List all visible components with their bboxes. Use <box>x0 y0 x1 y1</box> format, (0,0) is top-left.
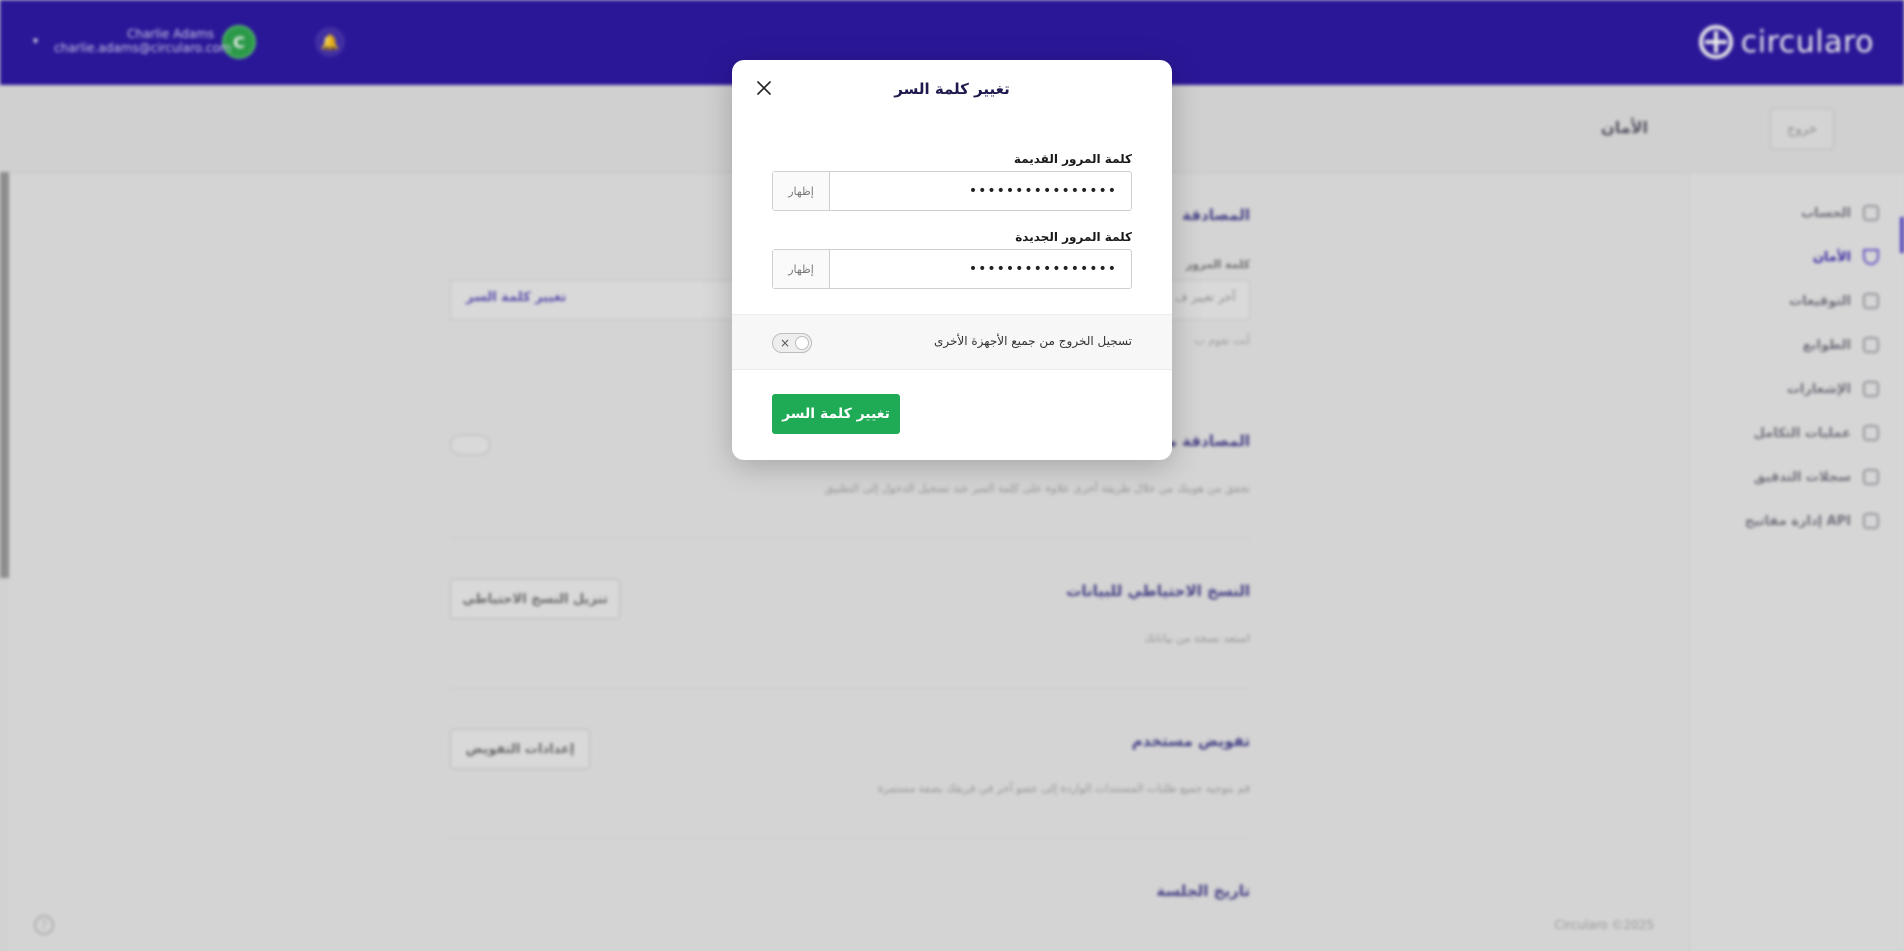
change-password-submit-button[interactable]: تغيير كلمة السر <box>772 394 900 434</box>
toggle-off-icon: × <box>780 336 791 350</box>
show-old-password-button[interactable]: إظهار <box>773 172 830 210</box>
modal-title: تغيير كلمة السر <box>894 80 1010 98</box>
old-password-input[interactable] <box>830 172 1131 210</box>
new-password-label: كلمة المرور الجديدة <box>1015 230 1132 244</box>
toggle-knob <box>795 336 809 350</box>
logout-all-devices-label: تسجيل الخروج من جميع الأجهزة الأخرى <box>933 334 1132 348</box>
new-password-field: إظهار <box>772 249 1132 289</box>
logout-all-devices-row: تسجيل الخروج من جميع الأجهزة الأخرى × <box>732 314 1172 370</box>
new-password-input[interactable] <box>830 250 1131 288</box>
logout-all-devices-toggle[interactable]: × <box>772 333 812 353</box>
close-button[interactable] <box>750 74 778 102</box>
show-new-password-button[interactable]: إظهار <box>773 250 830 288</box>
change-password-modal: تغيير كلمة السر كلمة المرور القديمة إظها… <box>732 60 1172 460</box>
old-password-field: إظهار <box>772 171 1132 211</box>
close-icon <box>757 81 771 95</box>
old-password-label: كلمة المرور القديمة <box>1013 152 1132 166</box>
